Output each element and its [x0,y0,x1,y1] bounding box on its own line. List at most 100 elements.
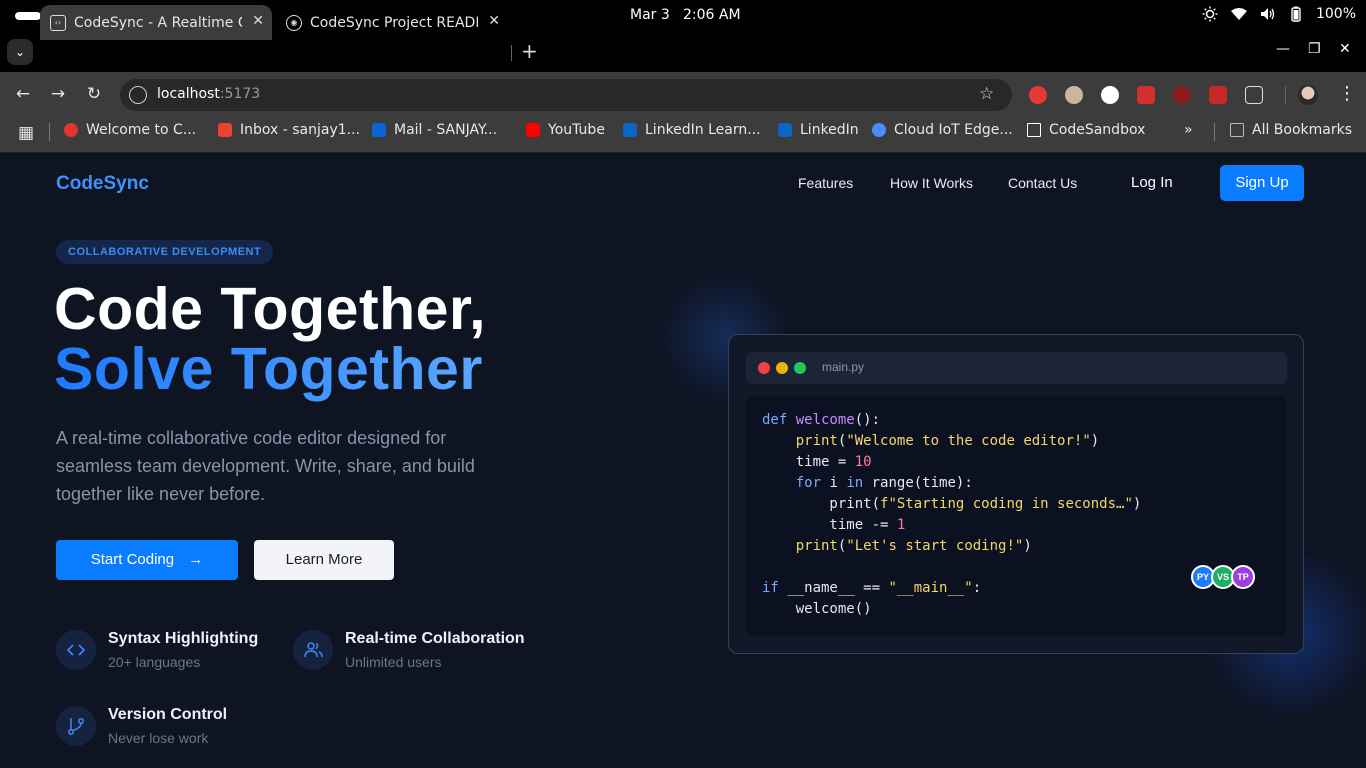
close-icon[interactable]: ✕ [252,13,264,29]
profile-avatar[interactable] [1298,85,1318,105]
bookmark-item[interactable]: Inbox - sanjay1... [218,122,360,138]
back-arrow-icon[interactable]: ← [12,84,34,104]
bookmark-label: All Bookmarks [1252,122,1353,138]
hero-description: A real-time collaborative code editor de… [56,428,475,504]
users-icon [293,630,333,670]
battery-icon[interactable] [1288,6,1304,22]
site-logo[interactable]: CodeSync [56,173,149,195]
code-token: def [762,412,796,428]
folder-icon [1230,123,1244,137]
code-icon [56,630,96,670]
code-token: __name__ == [778,580,889,596]
code-token: print( [762,496,881,512]
bookmark-item[interactable]: Welcome to C... [64,122,196,138]
all-bookmarks[interactable]: All Bookmarks [1230,122,1352,138]
code-token: 1 [896,517,906,533]
hero-badge: COLLABORATIVE DEVELOPMENT [56,240,274,264]
extensions-puzzle-icon[interactable] [1245,86,1263,104]
url-host: localhost [157,86,220,102]
code-token: i [821,475,847,491]
code-token: "Welcome to the code editor!" [846,433,1091,449]
nav-contact-us[interactable]: Contact Us [1008,175,1077,191]
bookmark-label: Welcome to C... [86,122,197,138]
bookmark-label: Inbox - sanjay1... [240,122,361,138]
code-token: for [795,475,822,491]
workspace-indicator[interactable] [15,12,41,20]
bookmark-star-icon[interactable]: ☆ [979,84,994,104]
nav-features[interactable]: Features [798,175,853,191]
close-icon[interactable]: ✕ [488,13,500,29]
minimize-icon[interactable]: — [1276,41,1290,57]
page-content: CodeSync Features How It Works Contact U… [0,153,1366,768]
brightness-icon [1202,6,1218,22]
more-bookmarks-chevron-icon[interactable]: » [1184,122,1193,138]
bookmark-item[interactable]: LinkedIn Learn... [623,122,761,138]
os-time[interactable]: 2:06 AM [683,7,741,23]
url-port: :5173 [219,86,261,102]
wifi-icon[interactable] [1230,7,1248,21]
close-window-icon[interactable]: ✕ [1339,41,1351,57]
extension-face-icon[interactable] [1065,86,1083,104]
tab-title: CodeSync - A Realtime Co [74,14,242,31]
tab-codesync[interactable]: ‹› CodeSync - A Realtime Co ✕ [40,5,272,40]
maximize-icon[interactable]: ❐ [1308,41,1321,57]
code-token: welcome [795,412,855,428]
code-token: time -= [762,517,897,533]
minimize-dot-icon [776,362,788,374]
close-dot-icon [758,362,770,374]
bookmark-item[interactable]: CodeSandbox [1027,122,1145,138]
code-token: 10 [854,454,872,470]
bookmark-item[interactable]: Mail - SANJAY... [372,122,497,138]
bookmark-label: LinkedIn Learn... [645,122,761,138]
tab-separator [511,45,512,61]
more-menu-icon[interactable]: ⋮ [1338,83,1356,104]
bookmark-label: YouTube [548,122,605,138]
volume-icon[interactable] [1260,7,1276,21]
apps-grid-icon[interactable]: ▦ [18,123,34,143]
extension-dots-icon[interactable] [1137,86,1155,104]
site-info-icon[interactable] [129,86,147,104]
feature-subtitle: Never lose work [108,730,209,746]
tab-readme[interactable]: ◉ CodeSync Project README ✕ [276,5,508,40]
extension-circle-icon[interactable] [1101,86,1119,104]
os-date[interactable]: Mar 3 [630,7,670,23]
code-token: range(time): [863,475,973,491]
gmail-icon [218,123,232,137]
editor-filename: main.py [822,360,865,374]
ublock-icon[interactable] [1173,86,1191,104]
bookmark-item[interactable]: Cloud IoT Edge... [872,122,1013,138]
feature-subtitle: Unlimited users [345,654,442,670]
login-link[interactable]: Log In [1131,174,1173,191]
maximize-dot-icon [794,362,806,374]
hero-headline-line2: Solve Together [54,336,483,402]
forward-arrow-icon[interactable]: → [47,84,69,104]
hero-headline-line1: Code Together, [54,276,487,342]
reload-icon[interactable]: ↻ [83,84,105,104]
tab-search-button[interactable]: ⌄ [7,39,33,65]
nav-how-it-works[interactable]: How It Works [890,175,973,191]
arrow-right-icon: → [188,551,204,568]
start-coding-button[interactable]: Start Coding → [56,540,238,580]
extension-game-icon[interactable] [1209,86,1227,104]
bookmark-separator [1214,123,1215,141]
feature-title: Syntax Highlighting [108,630,259,647]
code-token: print [795,538,838,554]
bookmark-label: LinkedIn [800,122,859,138]
extension-red-hand-icon[interactable] [1029,86,1047,104]
new-tab-button[interactable]: + [521,39,538,63]
learn-more-button[interactable]: Learn More [254,540,394,580]
code-token: welcome() [762,601,872,617]
code-line: time -= 1 [762,515,1271,536]
signup-button[interactable]: Sign Up [1220,165,1304,201]
battery-percent: 100% [1315,6,1356,22]
code-token: ) [1023,538,1032,554]
editor-titlebar: main.py [746,352,1287,384]
code-token: time = [762,454,855,470]
code-token: ) [1132,496,1142,512]
linkedin-learning-icon [623,123,637,137]
code-token: f"Starting coding in seconds…" [880,496,1133,512]
code-token: in [846,475,864,491]
bookmark-item[interactable]: LinkedIn [778,122,859,138]
url-text[interactable]: localhost:5173 [157,86,260,102]
bookmark-item[interactable]: YouTube [526,122,605,138]
